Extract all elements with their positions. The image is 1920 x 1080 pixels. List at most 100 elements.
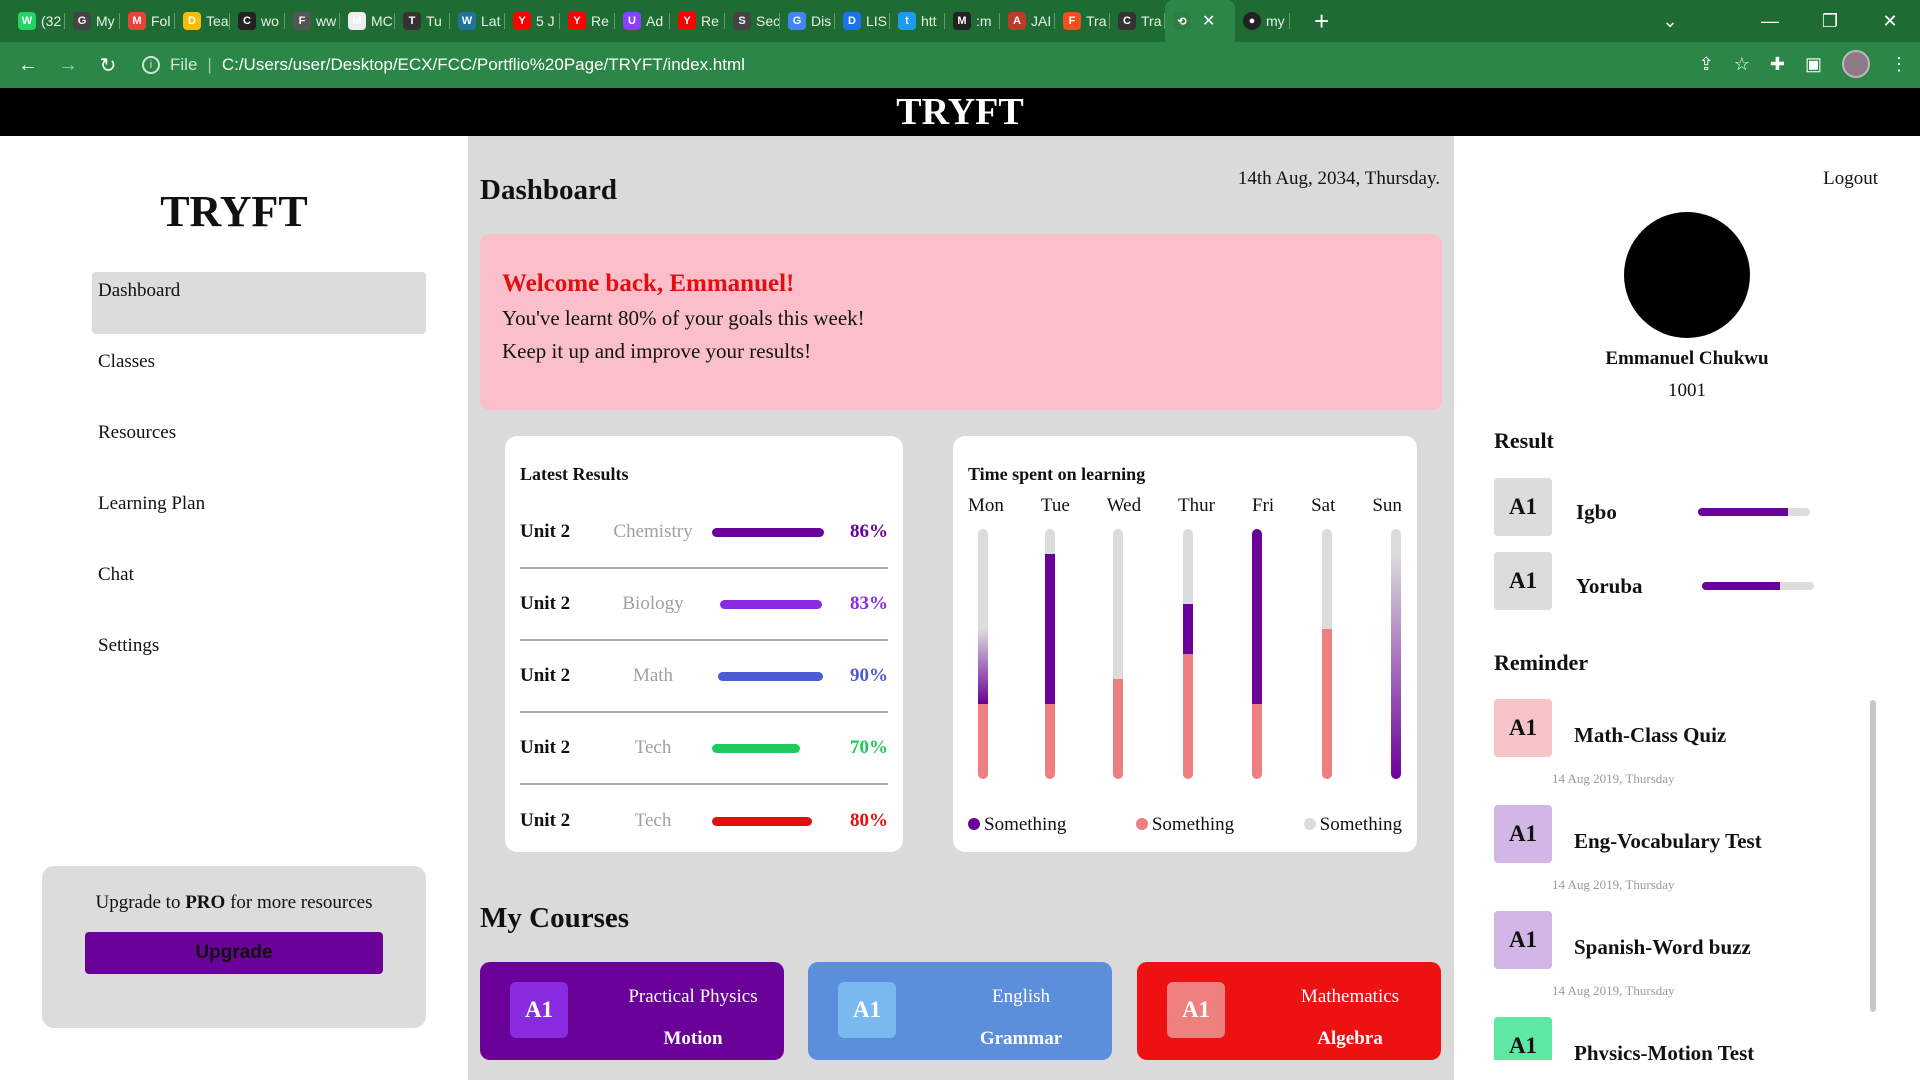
tab-12[interactable]: Y Re bbox=[670, 0, 725, 42]
result-row: Unit 2 Chemistry 86% bbox=[520, 497, 888, 569]
tab-favicon-icon: D bbox=[183, 12, 201, 30]
menu-kebab-icon[interactable]: ⋮ bbox=[1890, 54, 1908, 75]
reminder-item[interactable]: A1 Spanish-Word buzz 14 Aug 2019, Thursday bbox=[1494, 911, 1854, 1001]
forward-icon[interactable]: → bbox=[48, 54, 88, 77]
share-icon[interactable]: ⇪ bbox=[1699, 54, 1714, 75]
course-title: Practical Physics bbox=[628, 986, 758, 1007]
bookmark-star-icon[interactable]: ☆ bbox=[1734, 54, 1750, 75]
day-labels: Mon Tue Wed Thur Fri Sat Sun bbox=[968, 495, 1402, 517]
new-tab-button[interactable]: + bbox=[1314, 6, 1329, 37]
reminder-item[interactable]: A1 Physics-Motion Test bbox=[1494, 1017, 1854, 1060]
tab-favicon-icon: W bbox=[458, 12, 476, 30]
tab-20[interactable]: C Tra bbox=[1110, 0, 1165, 42]
tab-0[interactable]: W (32 bbox=[10, 0, 65, 42]
upgrade-text: Upgrade to PRO for more resources bbox=[95, 892, 373, 913]
sidebar-item-classes[interactable]: Classes bbox=[92, 343, 426, 405]
tab-6[interactable]: M MC bbox=[340, 0, 395, 42]
legend-label: Something bbox=[1319, 814, 1402, 835]
reminder-name: Math-Class Quiz bbox=[1574, 723, 1727, 747]
tab-15[interactable]: D LIS bbox=[835, 0, 890, 42]
reminder-badge: A1 bbox=[1494, 911, 1552, 969]
reminder-item[interactable]: A1 Math-Class Quiz 14 Aug 2019, Thursday bbox=[1494, 699, 1854, 789]
back-icon[interactable]: ← bbox=[8, 54, 48, 77]
sidebar: TRYFT Dashboard Classes Resources Learni… bbox=[0, 136, 468, 1080]
legend-dot-icon bbox=[1303, 818, 1316, 830]
tab-16[interactable]: t htt bbox=[890, 0, 945, 42]
course-card[interactable]: A1 English Grammar bbox=[808, 962, 1112, 1060]
reminder-name: Eng-Vocabulary Test bbox=[1574, 829, 1762, 853]
chart-segment-purple bbox=[978, 629, 988, 704]
tab-search-icon[interactable]: ⌄ bbox=[1640, 11, 1700, 32]
sidebar-item-dashboard[interactable]: Dashboard bbox=[92, 272, 426, 334]
tab-17[interactable]: M:m bbox=[945, 0, 1000, 42]
info-icon[interactable]: i bbox=[142, 56, 160, 74]
tab-label: Fol bbox=[151, 13, 171, 29]
url-text[interactable]: C:/Users/user/Desktop/ECX/FCC/Portflio%2… bbox=[222, 55, 745, 75]
tab-4[interactable]: Cwo bbox=[230, 0, 285, 42]
tab-1[interactable]: G My bbox=[65, 0, 120, 42]
tab-label: MC bbox=[371, 13, 393, 29]
tab-label: Re bbox=[591, 13, 609, 29]
reload-icon[interactable]: ↻ bbox=[88, 53, 128, 78]
profile-avatar-icon[interactable] bbox=[1842, 50, 1870, 78]
chart-segment-purple bbox=[1183, 604, 1193, 654]
tab-14[interactable]: G Dis bbox=[780, 0, 835, 42]
url-field[interactable]: i File | C:/Users/user/Desktop/ECX/FCC/P… bbox=[142, 48, 1742, 82]
tab-19[interactable]: F Tra bbox=[1055, 0, 1110, 42]
sidebar-item-settings[interactable]: Settings bbox=[92, 627, 426, 689]
extensions-icon[interactable]: ✚ bbox=[1770, 54, 1785, 75]
chart-bar-thur bbox=[1183, 529, 1193, 779]
close-window-icon[interactable]: ✕ bbox=[1860, 11, 1920, 32]
result-unit: Unit 2 bbox=[520, 810, 571, 831]
tab-7[interactable]: T Tu bbox=[395, 0, 450, 42]
tab-github[interactable]: ● my bbox=[1235, 0, 1290, 42]
result-percent: 86% bbox=[850, 521, 888, 542]
tab-8[interactable]: W Lat bbox=[450, 0, 505, 42]
tab-2[interactable]: M Fol bbox=[120, 0, 175, 42]
address-bar: ← → ↻ i File | C:/Users/user/Desktop/ECX… bbox=[0, 42, 1920, 88]
welcome-banner: Welcome back, Emmanuel! You've learnt 80… bbox=[480, 234, 1442, 410]
tab-active[interactable]: ⟲ ✕ bbox=[1165, 0, 1235, 42]
tab-label: Re bbox=[701, 13, 719, 29]
tab-18[interactable]: A JAI bbox=[1000, 0, 1055, 42]
tab-10[interactable]: Y Re bbox=[560, 0, 615, 42]
reminder-scrollbar[interactable] bbox=[1870, 700, 1876, 1012]
side-panel-icon[interactable]: ▣ bbox=[1805, 54, 1822, 75]
result-unit: Unit 2 bbox=[520, 737, 571, 758]
upgrade-button[interactable]: Upgrade bbox=[85, 932, 383, 974]
course-card[interactable]: A1 Practical Physics Motion bbox=[480, 962, 784, 1060]
upgrade-panel: Upgrade to PRO for more resources Upgrad… bbox=[42, 866, 426, 1028]
time-spent-title: Time spent on learning bbox=[968, 464, 1146, 484]
minimize-icon[interactable]: — bbox=[1740, 11, 1800, 32]
tab-13[interactable]: S Sec bbox=[725, 0, 780, 42]
course-title: Mathematics bbox=[1300, 986, 1400, 1007]
tab-favicon-icon: C bbox=[1118, 12, 1136, 30]
tab-favicon-icon: Y bbox=[678, 12, 696, 30]
tab-favicon-icon: G bbox=[73, 12, 91, 30]
result-percent: 80% bbox=[850, 810, 888, 831]
reminder-item[interactable]: A1 Eng-Vocabulary Test 14 Aug 2019, Thursd… bbox=[1494, 805, 1854, 895]
legend-item: Something bbox=[1303, 814, 1402, 836]
tab-5[interactable]: Fww bbox=[285, 0, 340, 42]
reminder-name: Physics-Motion Test bbox=[1574, 1041, 1755, 1060]
reminder-date: 14 Aug 2019, Thursday bbox=[1552, 877, 1675, 892]
reminder-badge: A1 bbox=[1494, 699, 1552, 757]
course-card[interactable]: A1 Mathematics Algebra bbox=[1137, 962, 1441, 1060]
tab-11[interactable]: U Ad bbox=[615, 0, 670, 42]
tab-favicon-icon: M bbox=[128, 12, 146, 30]
sidebar-item-chat[interactable]: Chat bbox=[92, 556, 426, 618]
result-unit: Unit 2 bbox=[520, 593, 571, 614]
tab-favicon-icon: t bbox=[898, 12, 916, 30]
chart-legend: Something Something Something bbox=[968, 814, 1402, 836]
sidebar-item-learning-plan[interactable]: Learning Plan bbox=[92, 485, 426, 547]
close-tab-icon[interactable]: ✕ bbox=[1202, 11, 1215, 31]
my-courses-title: My Courses bbox=[480, 902, 630, 934]
welcome-line-2: Keep it up and improve your results! bbox=[502, 339, 812, 363]
sidebar-item-resources[interactable]: Resources bbox=[92, 414, 426, 476]
tab-label: Tra bbox=[1086, 13, 1107, 29]
maximize-icon[interactable]: ❐ bbox=[1800, 11, 1860, 32]
tab-3[interactable]: D Tea bbox=[175, 0, 230, 42]
tab-9[interactable]: Y 5 J bbox=[505, 0, 560, 42]
file-label: File bbox=[170, 55, 198, 74]
tab-label: :m bbox=[976, 13, 992, 29]
